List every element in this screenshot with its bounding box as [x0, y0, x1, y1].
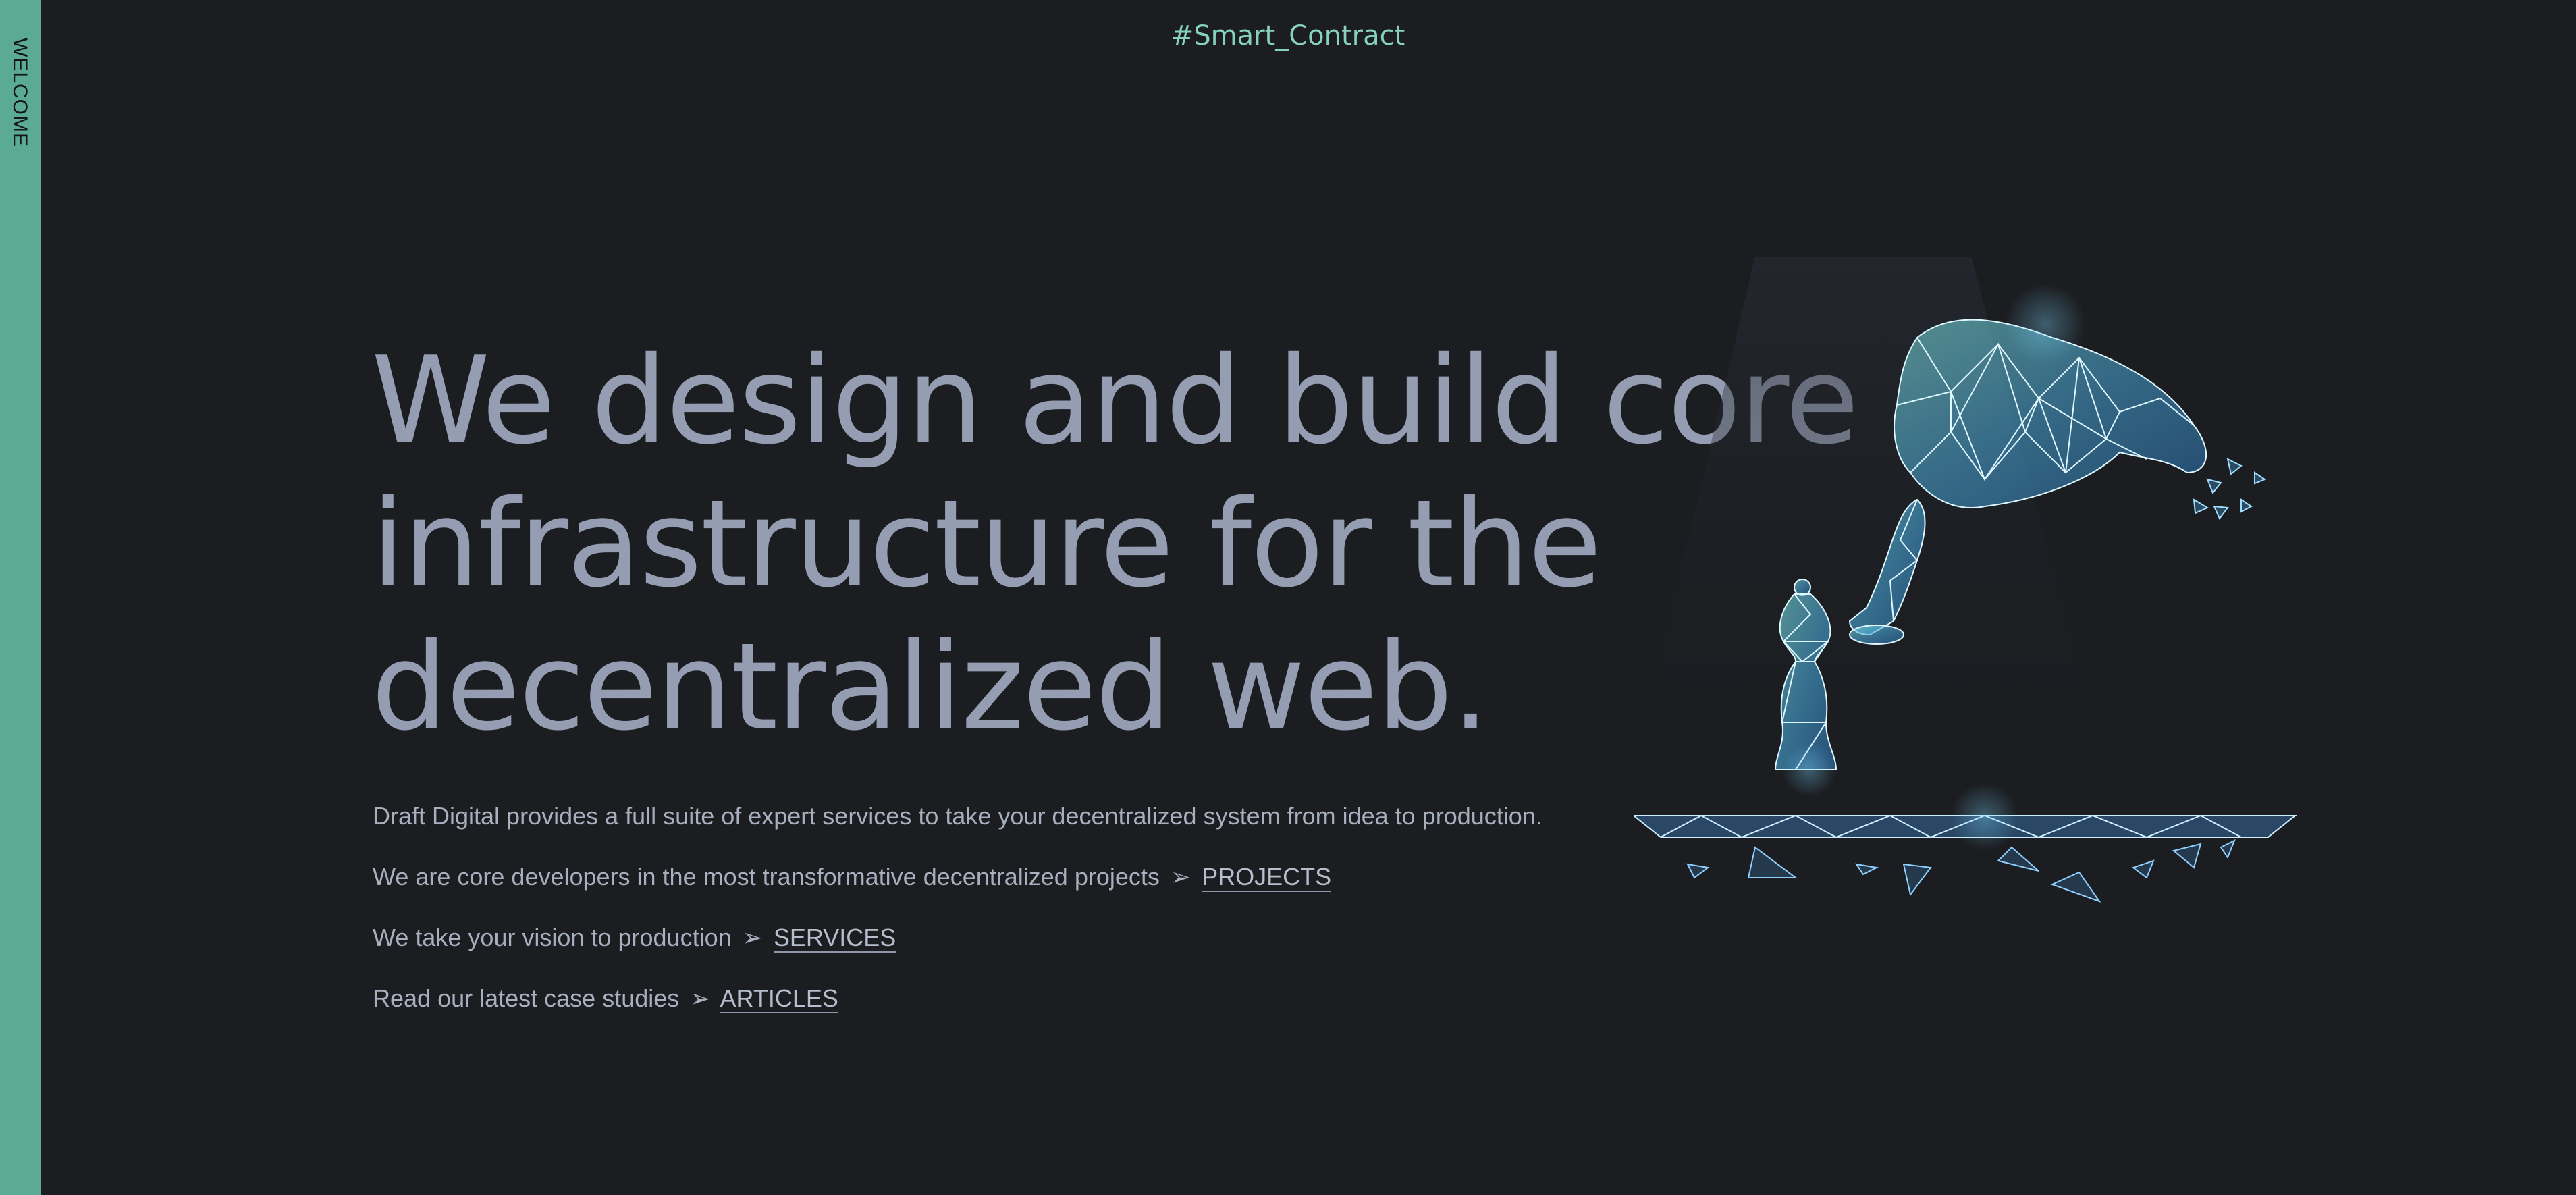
- articles-line-text: Read our latest case studies: [373, 984, 680, 1012]
- board-debris: [1686, 839, 2236, 903]
- smart-contract-tag[interactable]: #Smart_Contract: [0, 20, 2576, 51]
- hero-copy: Draft Digital provides a full suite of e…: [373, 802, 1542, 1045]
- arrow-icon: ➢: [690, 984, 711, 1012]
- articles-link[interactable]: ARTICLES: [720, 984, 838, 1013]
- welcome-side-rail[interactable]: WELCOME: [0, 0, 41, 1195]
- welcome-label: WELCOME: [9, 38, 31, 148]
- articles-line: Read our latest case studies ➢ ARTICLES: [373, 984, 1542, 1013]
- services-line: We take your vision to production ➢ SERV…: [373, 924, 1542, 953]
- services-line-text: We take your vision to production: [373, 924, 732, 951]
- arrow-icon: ➢: [742, 924, 763, 951]
- projects-line-text: We are core developers in the most trans…: [373, 863, 1160, 891]
- projects-link[interactable]: PROJECTS: [1202, 863, 1332, 892]
- services-link[interactable]: SERVICES: [773, 924, 896, 953]
- hand-fragments: [2193, 458, 2267, 520]
- chess-hand-illustration: [1634, 257, 2297, 903]
- projects-line: We are core developers in the most trans…: [373, 863, 1542, 892]
- page: WELCOME #Smart_Contract We design and bu…: [0, 0, 2576, 1195]
- arrow-icon: ➢: [1170, 863, 1191, 891]
- intro-paragraph: Draft Digital provides a full suite of e…: [373, 802, 1542, 830]
